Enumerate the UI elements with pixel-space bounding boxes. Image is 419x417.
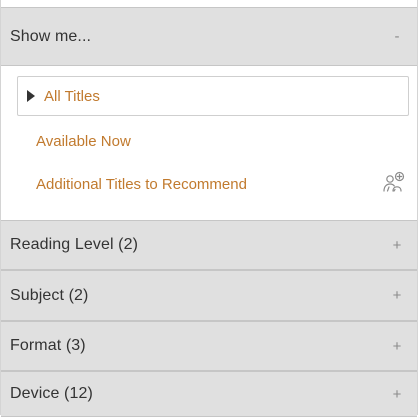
expand-toggle[interactable]: + [390, 386, 404, 403]
expand-toggle[interactable]: + [390, 287, 404, 304]
option-available-now[interactable]: Available Now [36, 130, 131, 152]
option-all-titles-label[interactable]: All Titles [44, 88, 100, 105]
collapse-toggle[interactable]: - [390, 28, 404, 45]
facet-reading-level-title: Reading Level (2) [10, 236, 138, 253]
facet-reading-level[interactable]: Reading Level (2) + [1, 220, 417, 270]
show-me-title: Show me... [10, 27, 92, 45]
expand-toggle[interactable]: + [390, 338, 404, 355]
facet-subject[interactable]: Subject (2) + [1, 270, 417, 321]
recommend-icon[interactable] [381, 170, 407, 196]
show-me-header[interactable]: Show me... - [1, 7, 417, 66]
option-all-titles[interactable]: All Titles [17, 76, 409, 116]
option-additional-titles[interactable]: Additional Titles to Recommend [36, 173, 247, 195]
facet-format-title: Format (3) [10, 337, 86, 354]
filter-panel: Show me... - All Titles Available Now Ad… [0, 0, 418, 417]
facet-subject-title: Subject (2) [10, 286, 89, 304]
option-additional-titles-label[interactable]: Additional Titles to Recommend [36, 176, 247, 193]
option-available-now-label[interactable]: Available Now [36, 133, 131, 150]
expand-toggle[interactable]: + [390, 237, 404, 254]
facet-device-title: Device (12) [10, 385, 93, 402]
facet-device[interactable]: Device (12) + [1, 371, 417, 417]
show-me-options: All Titles Available Now Additional Titl… [1, 66, 417, 220]
facet-format[interactable]: Format (3) + [1, 321, 417, 371]
caret-right-icon [27, 90, 35, 102]
